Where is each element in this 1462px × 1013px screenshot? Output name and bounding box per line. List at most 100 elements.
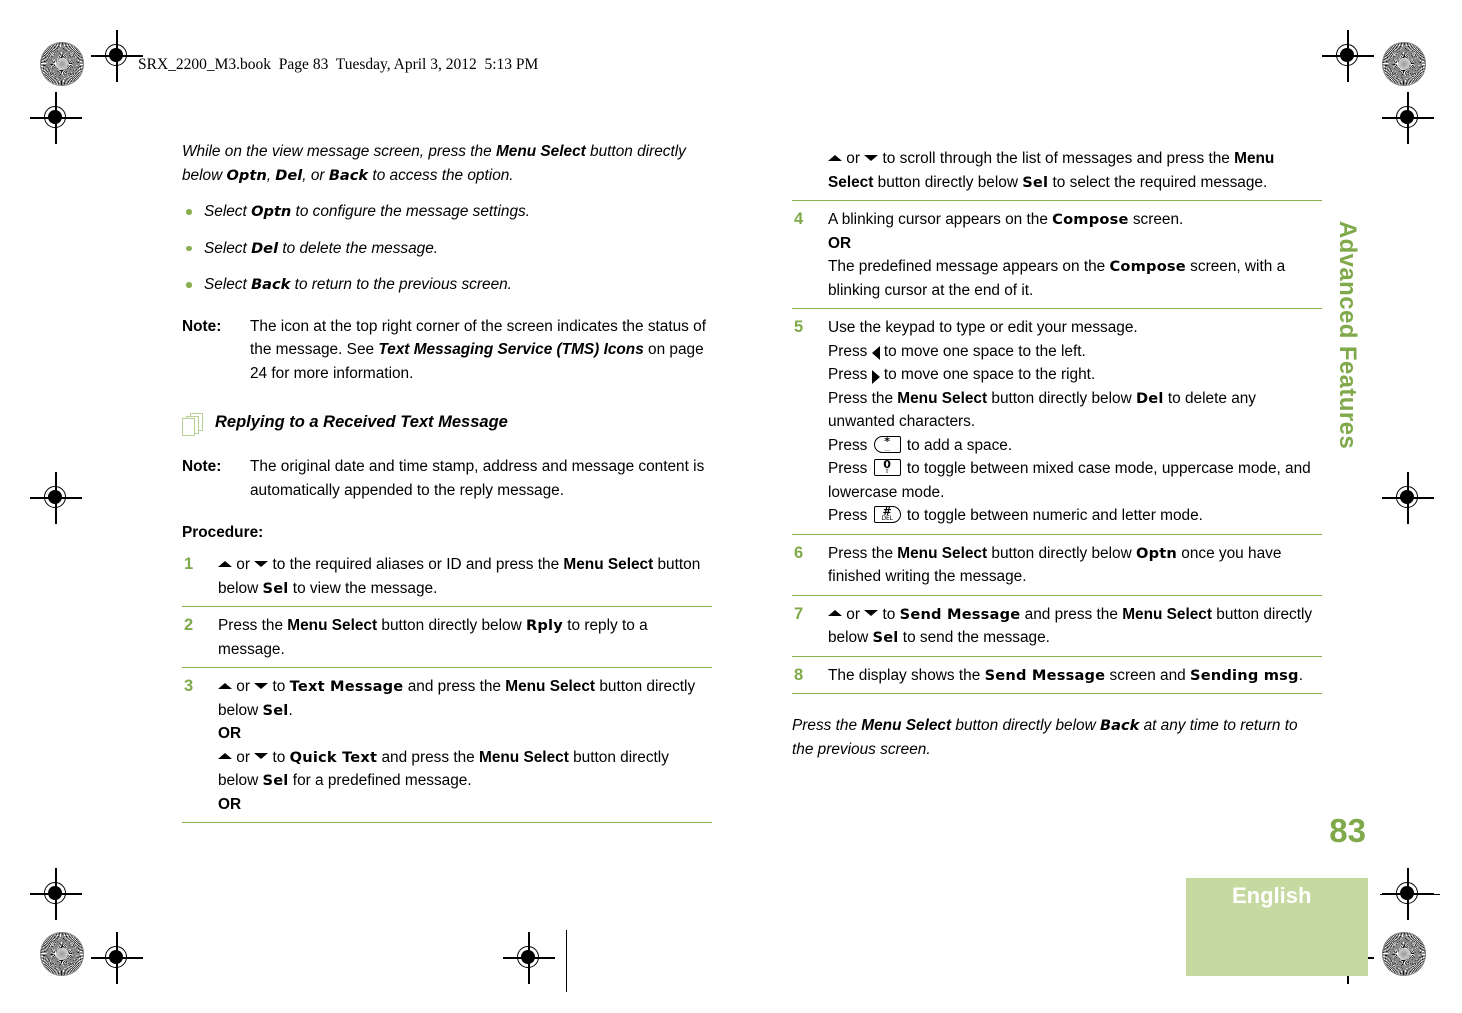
step-text: . bbox=[288, 701, 293, 719]
registration-target-top-right bbox=[1322, 30, 1374, 82]
step-text: for a predefined message. bbox=[288, 772, 472, 789]
step-text: button directly below bbox=[377, 617, 526, 634]
registration-target-right-middle bbox=[1382, 472, 1434, 524]
bullet-text-post: to delete the message. bbox=[278, 239, 439, 257]
step-number: 2 bbox=[184, 616, 194, 634]
bullet-dot-icon bbox=[186, 209, 192, 215]
intro-optn: Optn bbox=[226, 166, 267, 184]
step-text: to move one space to the left. bbox=[879, 342, 1086, 360]
closing-back: Back bbox=[1099, 717, 1140, 734]
procedure-step: 5 Use the keypad to type or edit your mes… bbox=[792, 309, 1322, 535]
procedure-step: 3 or to Text Message and press the Menu … bbox=[182, 668, 712, 823]
step-line: A blinking cursor appears on the Compose… bbox=[828, 208, 1322, 232]
option-bullet-item: Select Del to delete the message. bbox=[182, 237, 712, 261]
bullet-dot-icon bbox=[186, 282, 192, 288]
book-file-header: SRX_2200_M3.book Page 83 Tuesday, April … bbox=[138, 56, 539, 73]
step-text: Press the bbox=[218, 617, 288, 634]
procedure-step: 4 A blinking cursor appears on the Compos… bbox=[792, 201, 1322, 309]
intro-menu-select: Menu Select bbox=[495, 143, 586, 160]
procedure-step: 8 The display shows the Send Message scre… bbox=[792, 657, 1322, 694]
step-bold-term: Menu Select bbox=[897, 389, 988, 407]
bullet-text-pre: Select bbox=[204, 239, 252, 257]
intro-text-4: , or bbox=[302, 166, 329, 184]
step-number: 5 bbox=[794, 318, 804, 336]
step-text: The display shows the bbox=[828, 666, 985, 684]
step-text: Press bbox=[828, 366, 872, 383]
step-line: Press * ＿ to add a space. bbox=[828, 434, 1322, 458]
page-content: While on the view message screen, press … bbox=[182, 140, 1322, 840]
step-or-separator: OR bbox=[218, 725, 242, 742]
key-secondary-label: DEL bbox=[881, 515, 893, 523]
intro-paragraph: While on the view message screen, press … bbox=[182, 140, 712, 187]
step-line: Press to move one space to the right. bbox=[828, 363, 1322, 387]
step-text: to toggle between numeric and letter mod… bbox=[902, 507, 1203, 524]
crop-line-bottom-divider bbox=[566, 930, 568, 992]
note-label: Note: bbox=[182, 317, 222, 335]
step-line: Press # DEL to toggle between numeric and… bbox=[828, 504, 1322, 528]
bullet-text-pre: Select bbox=[204, 203, 252, 220]
note-label: Note: bbox=[182, 458, 222, 475]
intro-text-1: While on the view message screen, press … bbox=[182, 143, 496, 160]
bullet-device-label: Optn bbox=[251, 203, 292, 220]
right-steps-list: or to scroll through the list of message… bbox=[792, 140, 1322, 694]
step-text: Press the bbox=[828, 544, 898, 562]
step-line: Press the Menu Select button directly be… bbox=[828, 387, 1322, 434]
step-device-label: Sel bbox=[262, 701, 289, 719]
step-line: The display shows the Send Message scree… bbox=[828, 664, 1322, 688]
registration-target-bottom-left bbox=[91, 932, 143, 984]
key-secondary-label: ＿ bbox=[884, 444, 891, 452]
note-reply-append: Note: The original date and time stamp, … bbox=[182, 455, 712, 502]
step-device-label: Quick Text bbox=[289, 748, 378, 766]
step-text: screen and bbox=[1105, 666, 1190, 684]
step-bold-term: Menu Select bbox=[479, 748, 569, 766]
bullet-device-label: Del bbox=[251, 239, 279, 257]
closing-text-2: button directly below bbox=[951, 717, 1100, 734]
bullet-text-post: to configure the message settings. bbox=[291, 203, 530, 220]
step-device-label: Sending msg bbox=[1189, 666, 1299, 684]
step-text: button directly below bbox=[987, 544, 1136, 562]
section-heading: Replying to a Received Text Message bbox=[182, 411, 712, 437]
step-bold-term: Menu Select bbox=[287, 617, 378, 634]
keypad-key-star-icon: * ＿ bbox=[873, 435, 901, 453]
left-column: While on the view message screen, press … bbox=[182, 140, 712, 823]
closing-text-1: Press the bbox=[792, 717, 862, 734]
registration-starburst-bottom-left bbox=[40, 932, 84, 976]
step-text: button directly below bbox=[873, 173, 1023, 191]
registration-target-right-upper bbox=[1382, 92, 1434, 144]
bullet-dot-icon bbox=[186, 245, 192, 251]
note1-reference: Text Messaging Service (TMS) Icons bbox=[378, 341, 644, 358]
step-text: screen. bbox=[1128, 211, 1184, 228]
step-line: OR bbox=[218, 793, 712, 817]
intro-text-3: , bbox=[266, 166, 276, 184]
registration-target-left-lower bbox=[30, 868, 82, 920]
step-number: 4 bbox=[794, 210, 804, 228]
step-number: 8 bbox=[794, 665, 804, 684]
step-text: or bbox=[232, 678, 255, 695]
step-text: to bbox=[268, 748, 290, 766]
key-secondary-label: ⇧ bbox=[884, 468, 890, 476]
step-text: or bbox=[842, 605, 865, 623]
stacked-pages-icon bbox=[182, 413, 208, 437]
left-steps-list: 1 or to the required aliases or ID and p… bbox=[182, 546, 712, 823]
arrow-down-icon bbox=[864, 610, 879, 617]
keypad-key-zero-icon: 0 ⇧ bbox=[873, 459, 901, 477]
step-text: to bbox=[268, 678, 290, 695]
intro-del: Del bbox=[275, 166, 303, 184]
step-text: and press the bbox=[1020, 605, 1123, 623]
intro-text-5: to access the option. bbox=[368, 166, 514, 184]
step-device-label: Compose bbox=[1052, 211, 1129, 228]
step-number: 1 bbox=[184, 555, 194, 573]
arrow-down-icon bbox=[254, 753, 269, 760]
step-text: to add a space. bbox=[902, 436, 1013, 454]
step-device-label: Send Message bbox=[899, 605, 1021, 623]
step-device-label: Sel bbox=[872, 629, 899, 646]
step-text: to scroll through the list of messages a… bbox=[878, 150, 1235, 167]
step-text: and press the bbox=[377, 748, 480, 766]
step-line: or to Quick Text and press the Menu Sele… bbox=[218, 746, 712, 793]
step-text: or bbox=[232, 556, 255, 573]
step-text: button directly below bbox=[987, 389, 1136, 407]
crop-line-left bbox=[30, 117, 82, 119]
crop-line-right-lower bbox=[1380, 894, 1440, 896]
procedure-step: or to scroll through the list of message… bbox=[792, 140, 1322, 201]
step-text: . bbox=[1298, 666, 1303, 684]
